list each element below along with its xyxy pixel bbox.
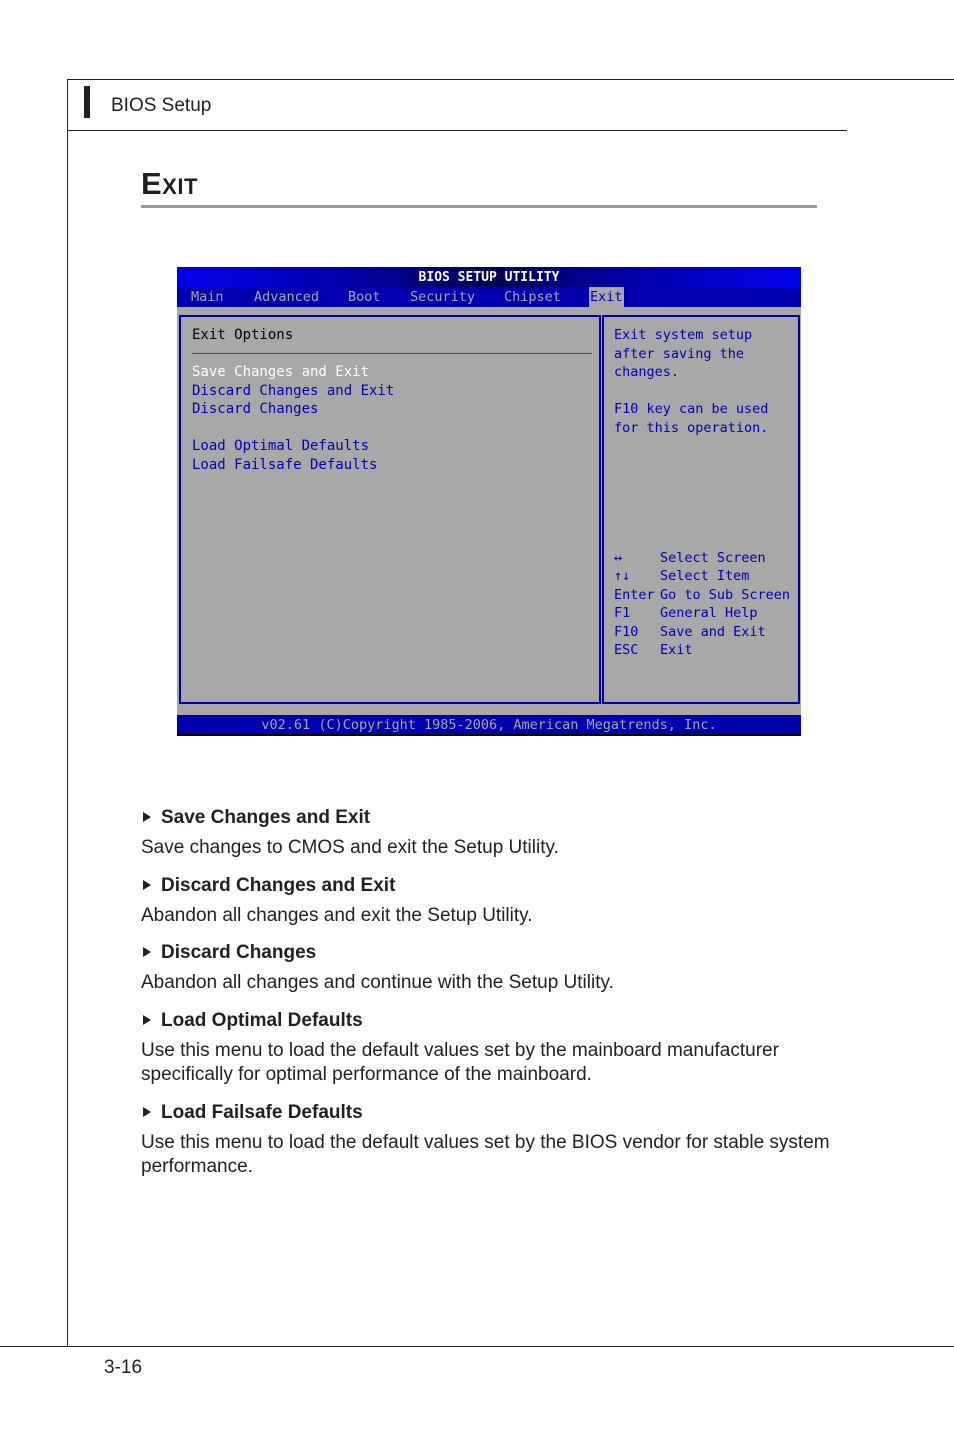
triangle-bullet-icon xyxy=(143,947,151,957)
key-desc: Save and Exit xyxy=(660,624,766,640)
key-esc: ESC xyxy=(614,642,639,658)
bios-menu-bar: Main Advanced Boot Security Chipset Exit xyxy=(177,287,801,307)
footer-rule xyxy=(0,1346,954,1347)
option-load-optimal-defaults[interactable]: Load Optimal Defaults xyxy=(192,437,369,455)
triangle-bullet-icon xyxy=(143,812,151,822)
help-text-line: for this operation. xyxy=(614,420,769,436)
key-desc: Exit xyxy=(660,642,693,658)
triangle-bullet-icon xyxy=(143,880,151,890)
header-rule xyxy=(67,130,847,131)
key-f10: F10 xyxy=(614,624,639,640)
section-rule xyxy=(141,205,817,208)
description-body: Use this menu to load the default values… xyxy=(141,1040,779,1085)
description-body: Abandon all changes and exit the Setup U… xyxy=(141,905,533,926)
description-title: Load Failsafe Defaults xyxy=(161,1102,363,1123)
triangle-bullet-icon xyxy=(143,1107,151,1117)
triangle-bullet-icon xyxy=(143,1015,151,1025)
bios-copyright-bar: v02.61 (C)Copyright 1985-2006, American … xyxy=(177,715,801,736)
tab-main[interactable]: Main xyxy=(190,287,225,307)
description-body: Use this menu to load the default values… xyxy=(141,1132,830,1177)
description-load-optimal-defaults: Load Optimal Defaults Use this menu to l… xyxy=(141,1010,831,1087)
page-frame-left-rule xyxy=(67,79,68,1347)
tab-advanced[interactable]: Advanced xyxy=(253,287,320,307)
tab-boot[interactable]: Boot xyxy=(347,287,382,307)
bios-title-bar: BIOS SETUP UTILITY xyxy=(177,267,801,287)
bios-help-panel: Exit system setup after saving the chang… xyxy=(602,315,800,704)
description-title: Discard Changes xyxy=(161,942,317,963)
tab-exit[interactable]: Exit xyxy=(589,287,624,307)
page-frame-top-rule xyxy=(67,79,954,80)
page-number: 3-16 xyxy=(104,1357,143,1378)
help-text-line: Exit system setup xyxy=(614,327,753,343)
description-save-changes-and-exit: Save Changes and Exit Save changes to CM… xyxy=(141,807,831,860)
option-discard-changes[interactable]: Discard Changes xyxy=(192,400,318,418)
description-title: Save Changes and Exit xyxy=(161,807,371,828)
options-divider xyxy=(192,353,592,354)
description-discard-changes: Discard Changes Abandon all changes and … xyxy=(141,942,831,995)
key-desc: Go to Sub Screen xyxy=(660,587,791,603)
tab-security[interactable]: Security xyxy=(409,287,476,307)
bios-options-panel: Exit Options Save Changes and Exit Disca… xyxy=(179,315,601,704)
description-title: Load Optimal Defaults xyxy=(161,1010,363,1031)
description-body: Save changes to CMOS and exit the Setup … xyxy=(141,837,559,858)
help-text-line: after saving the xyxy=(614,346,745,362)
help-text-line: F10 key can be used xyxy=(614,401,769,417)
exit-options-heading: Exit Options xyxy=(192,327,294,343)
option-discard-changes-and-exit[interactable]: Discard Changes and Exit xyxy=(192,382,394,400)
key-enter: Enter xyxy=(614,587,655,603)
running-header: BIOS Setup xyxy=(111,95,212,116)
key-desc: General Help xyxy=(660,605,758,621)
up-down-arrow-icon: ↑↓ xyxy=(614,568,631,584)
section-title: Exit xyxy=(141,166,198,201)
description-body: Abandon all changes and continue with th… xyxy=(141,972,614,993)
help-text-line: changes. xyxy=(614,364,680,380)
left-right-arrow-icon: ↔ xyxy=(614,550,623,566)
key-desc: Select Item xyxy=(660,568,750,584)
option-load-failsafe-defaults[interactable]: Load Failsafe Defaults xyxy=(192,456,377,474)
key-f1: F1 xyxy=(614,605,631,621)
description-title: Discard Changes and Exit xyxy=(161,875,396,896)
header-bar-mark xyxy=(84,86,90,118)
option-save-changes-and-exit[interactable]: Save Changes and Exit xyxy=(192,363,369,381)
description-discard-changes-and-exit: Discard Changes and Exit Abandon all cha… xyxy=(141,875,831,928)
description-load-failsafe-defaults: Load Failsafe Defaults Use this menu to … xyxy=(141,1102,831,1179)
tab-chipset[interactable]: Chipset xyxy=(503,287,562,307)
bios-screenshot: BIOS SETUP UTILITY Main Advanced Boot Se… xyxy=(177,267,801,736)
key-desc: Select Screen xyxy=(660,550,766,566)
